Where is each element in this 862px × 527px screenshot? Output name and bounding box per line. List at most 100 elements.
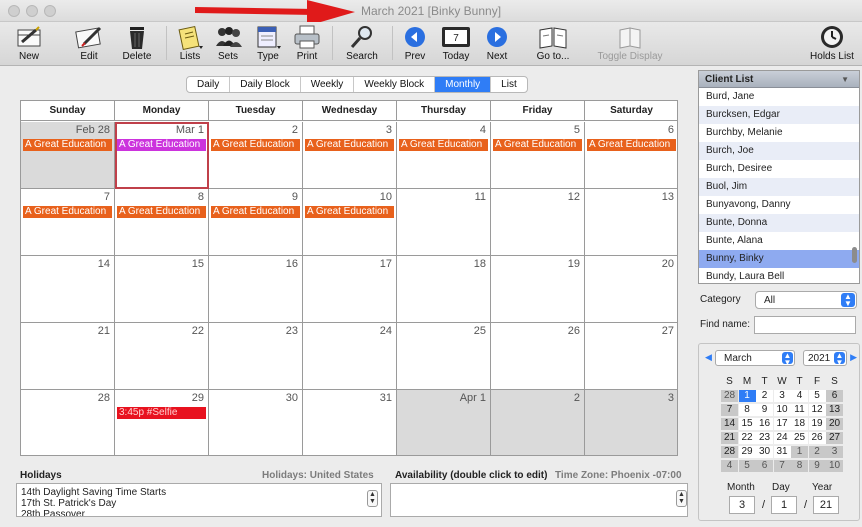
mini-day[interactable]: 13 bbox=[826, 404, 843, 416]
calendar-event[interactable]: A Great Education bbox=[23, 206, 112, 218]
client-list-item[interactable]: Bunyavong, Danny bbox=[699, 196, 859, 214]
day-cell[interactable]: 11 bbox=[397, 189, 491, 256]
mini-day[interactable]: 21 bbox=[721, 432, 738, 444]
tab-list[interactable]: List bbox=[491, 77, 527, 92]
day-cell[interactable]: 5 A Great Education bbox=[491, 122, 585, 189]
day-cell[interactable]: 18 bbox=[397, 256, 491, 323]
tab-weekly-block[interactable]: Weekly Block bbox=[354, 77, 436, 92]
mini-day[interactable]: 8 bbox=[791, 460, 808, 472]
calendar-event[interactable]: A Great Education bbox=[117, 206, 206, 218]
mini-day[interactable]: 6 bbox=[756, 460, 773, 472]
goto-button[interactable]: Go to... bbox=[528, 23, 578, 65]
mini-day[interactable]: 28 bbox=[721, 446, 738, 458]
day-cell[interactable]: 24 bbox=[303, 323, 397, 390]
month-select[interactable]: March ▲ ▼ bbox=[715, 350, 795, 367]
day-cell[interactable]: 22 bbox=[115, 323, 209, 390]
day-cell[interactable]: 29 3:45p #Selfie bbox=[115, 390, 209, 455]
mini-prev-icon[interactable]: ◀ bbox=[705, 352, 712, 363]
mini-day[interactable]: 27 bbox=[826, 432, 843, 444]
mini-day[interactable]: 3 bbox=[826, 446, 843, 458]
month-field[interactable]: 3 bbox=[729, 496, 755, 514]
category-select[interactable]: All ▲ ▼ bbox=[755, 291, 857, 309]
toggle-display-button[interactable]: Toggle Display bbox=[592, 23, 668, 65]
mini-day[interactable]: 8 bbox=[738, 404, 756, 416]
mini-day[interactable]: 30 bbox=[756, 446, 773, 458]
day-field[interactable]: 1 bbox=[771, 496, 797, 514]
sets-button[interactable]: Sets bbox=[210, 23, 246, 65]
mini-day[interactable]: 18 bbox=[791, 418, 808, 430]
calendar-event[interactable]: 3:45p #Selfie bbox=[117, 407, 206, 419]
holds-list-button[interactable]: Holds List bbox=[806, 23, 858, 65]
day-cell[interactable]: 27 bbox=[585, 323, 677, 390]
day-cell[interactable]: 4 A Great Education bbox=[397, 122, 491, 189]
year-select[interactable]: 2021 ▲ ▼ bbox=[803, 350, 847, 367]
day-cell[interactable]: 8 A Great Education bbox=[115, 189, 209, 256]
client-list-item[interactable]: Burd, Jane bbox=[699, 88, 859, 106]
delete-button[interactable]: Delete bbox=[116, 23, 158, 65]
mini-day[interactable]: 2 bbox=[756, 390, 773, 402]
mini-day[interactable]: 4 bbox=[721, 460, 738, 472]
day-cell[interactable]: 23 bbox=[209, 323, 303, 390]
mini-day[interactable]: 23 bbox=[756, 432, 773, 444]
day-cell[interactable]: 19 bbox=[491, 256, 585, 323]
client-list-item[interactable]: Buol, Jim bbox=[699, 178, 859, 196]
client-list-item[interactable]: Bunte, Alana bbox=[699, 232, 859, 250]
prev-button[interactable]: Prev bbox=[398, 23, 432, 65]
year-field[interactable]: 21 bbox=[813, 496, 839, 514]
day-cell[interactable]: 13 bbox=[585, 189, 677, 256]
mini-day[interactable]: 11 bbox=[791, 404, 808, 416]
day-cell[interactable]: 10 A Great Education bbox=[303, 189, 397, 256]
mini-day[interactable]: 12 bbox=[808, 404, 826, 416]
calendar-event[interactable]: A Great Education bbox=[399, 139, 488, 151]
client-list-item[interactable]: Bunte, Donna bbox=[699, 214, 859, 232]
day-cell[interactable]: 12 bbox=[491, 189, 585, 256]
day-cell[interactable]: 9 A Great Education bbox=[209, 189, 303, 256]
day-cell[interactable]: Feb 28 A Great Education bbox=[21, 122, 115, 189]
mini-day[interactable]: 5 bbox=[808, 390, 826, 402]
next-button[interactable]: Next bbox=[480, 23, 514, 65]
mini-day[interactable]: 2 bbox=[808, 446, 826, 458]
day-cell[interactable]: 30 bbox=[209, 390, 303, 455]
day-cell[interactable]: 2 A Great Education bbox=[209, 122, 303, 189]
day-cell[interactable]: 16 bbox=[209, 256, 303, 323]
mini-day[interactable]: 10 bbox=[826, 460, 843, 472]
mini-day[interactable]: 14 bbox=[721, 418, 738, 430]
mini-day[interactable]: 9 bbox=[808, 460, 826, 472]
search-button[interactable]: Search bbox=[340, 23, 384, 65]
mini-day[interactable]: 29 bbox=[738, 446, 756, 458]
find-name-input[interactable] bbox=[754, 316, 856, 334]
day-cell[interactable]: 28 bbox=[21, 390, 115, 455]
holidays-stepper[interactable]: ▲ ▼ bbox=[367, 490, 378, 507]
day-cell[interactable]: 3 A Great Education bbox=[303, 122, 397, 189]
mini-day[interactable]: 1 bbox=[738, 390, 756, 402]
day-cell[interactable]: 14 bbox=[21, 256, 115, 323]
calendar-event[interactable]: A Great Education bbox=[23, 139, 112, 151]
day-cell[interactable]: 3 bbox=[585, 390, 677, 455]
mini-day[interactable]: 20 bbox=[826, 418, 843, 430]
calendar-event[interactable]: A Great Education bbox=[587, 139, 676, 151]
mini-day[interactable]: 7 bbox=[773, 460, 791, 472]
mini-day[interactable]: 17 bbox=[773, 418, 791, 430]
day-cell[interactable]: 6 A Great Education bbox=[585, 122, 677, 189]
client-list-item[interactable]: Bundy, Laura Bell bbox=[699, 268, 859, 283]
day-cell[interactable]: 15 bbox=[115, 256, 209, 323]
mini-day[interactable]: 5 bbox=[738, 460, 756, 472]
mini-day[interactable]: 25 bbox=[791, 432, 808, 444]
tab-daily-block[interactable]: Daily Block bbox=[230, 77, 301, 92]
calendar-event[interactable]: A Great Education bbox=[305, 206, 394, 218]
day-cell[interactable]: 21 bbox=[21, 323, 115, 390]
day-cell[interactable]: 25 bbox=[397, 323, 491, 390]
holidays-list[interactable]: 14th Daylight Saving Time Starts 17th St… bbox=[16, 483, 382, 517]
day-cell[interactable]: 20 bbox=[585, 256, 677, 323]
type-button[interactable]: Type bbox=[250, 23, 286, 65]
mini-day[interactable]: 19 bbox=[808, 418, 826, 430]
mini-day[interactable]: 3 bbox=[773, 390, 791, 402]
mini-day[interactable]: 1 bbox=[791, 446, 808, 458]
tab-monthly[interactable]: Monthly bbox=[435, 77, 492, 92]
mini-day[interactable]: 28 bbox=[721, 390, 738, 402]
client-list-item[interactable]: Burchby, Melanie bbox=[699, 124, 859, 142]
lists-button[interactable]: Lists bbox=[170, 23, 210, 65]
mini-day[interactable]: 24 bbox=[773, 432, 791, 444]
mini-day[interactable]: 16 bbox=[756, 418, 773, 430]
day-cell[interactable]: 26 bbox=[491, 323, 585, 390]
